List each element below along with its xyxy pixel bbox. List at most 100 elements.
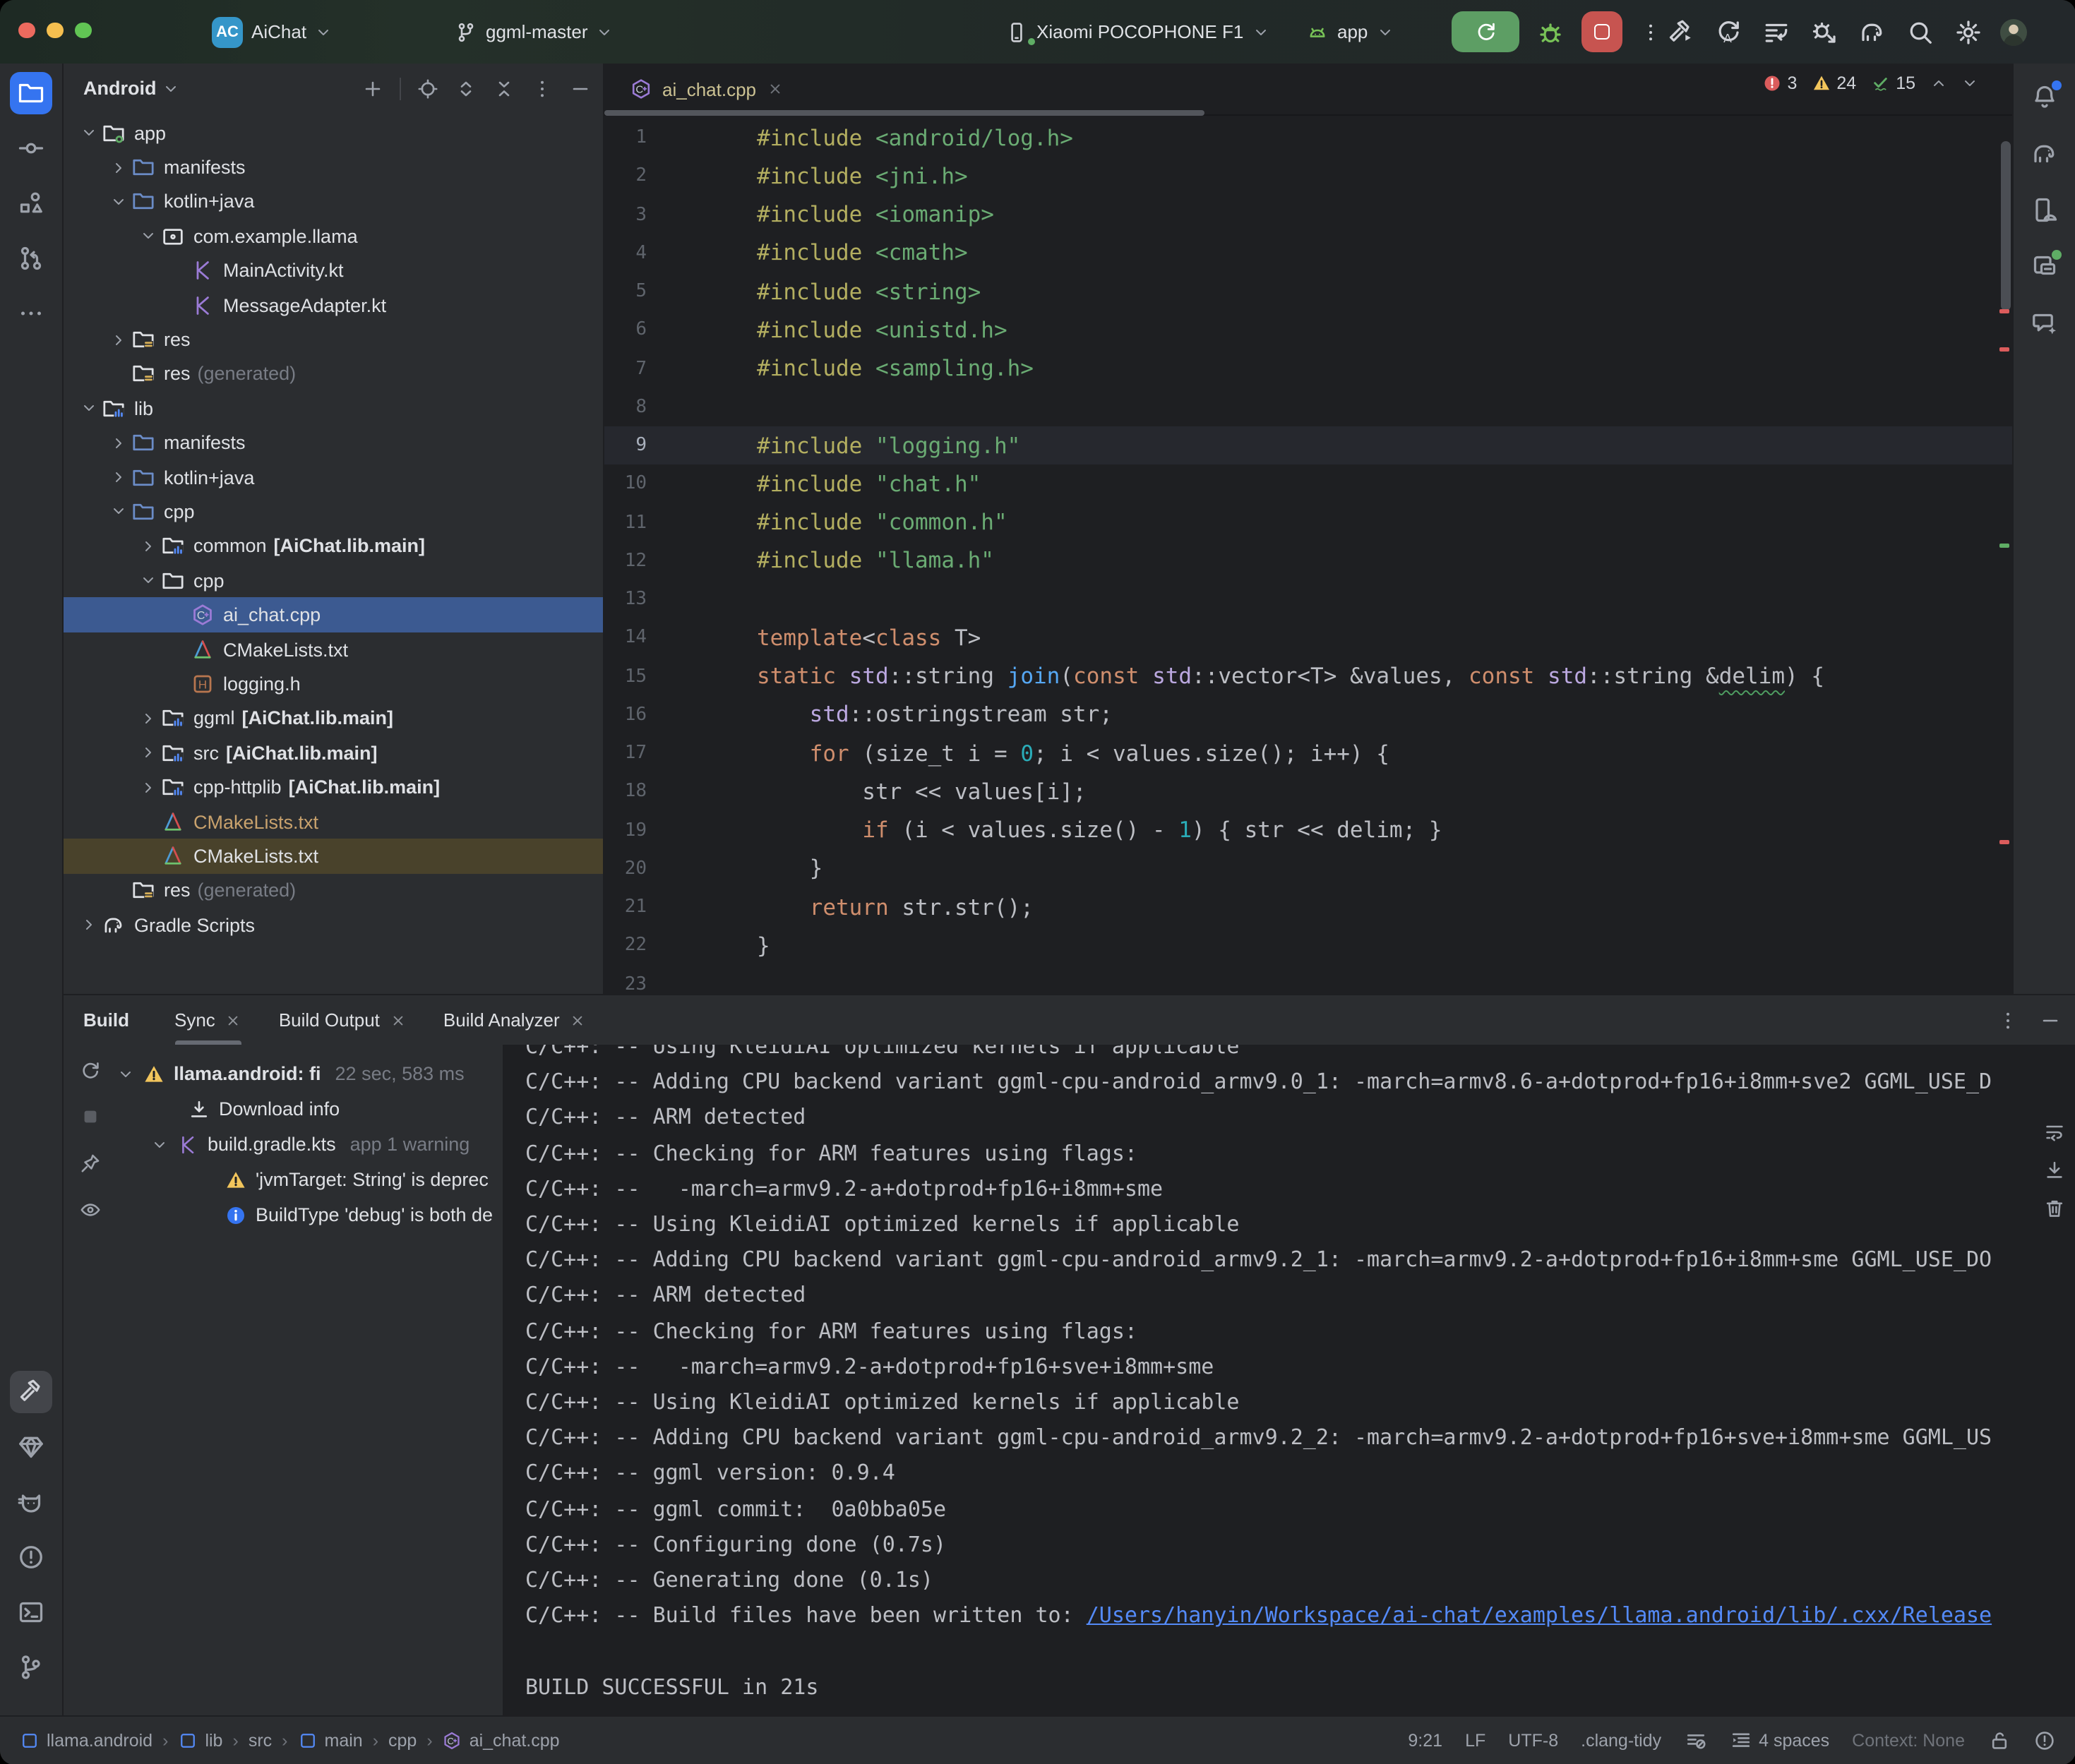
lock-icon[interactable] xyxy=(1987,1729,2010,1752)
build-options-icon[interactable] xyxy=(1996,1009,2019,1031)
hide-build-panel-icon[interactable] xyxy=(2038,1009,2061,1031)
build-console[interactable]: C/C++: -- Using KleidiAI optimized kerne… xyxy=(504,1045,2075,1715)
project-tree-item-res[interactable]: res(generated) xyxy=(64,873,603,908)
sync-tree-item[interactable]: Download info xyxy=(117,1091,503,1127)
vcs-branch-selector[interactable]: ggml-master xyxy=(455,0,614,64)
stripe-button-commit[interactable] xyxy=(10,127,52,169)
preview-button[interactable] xyxy=(79,1199,102,1221)
project-tree-item-CMakeLists.txt[interactable]: CMakeLists.txt xyxy=(64,632,603,667)
soft-wrap-button[interactable] xyxy=(2043,1121,2065,1144)
pin-button[interactable] xyxy=(79,1152,102,1175)
project-tree-item-common[interactable]: common[AiChat.lib.main] xyxy=(64,529,603,563)
error-stripe-mark[interactable] xyxy=(1999,347,2009,352)
project-tree-item-cpp[interactable]: cpp xyxy=(64,563,603,598)
project-selector[interactable]: AC AiChat xyxy=(212,0,332,64)
expand-all-button[interactable] xyxy=(455,77,477,100)
breadcrumb-item-main[interactable]: main xyxy=(298,1731,363,1751)
sync-tree-item[interactable]: 'jvmTarget: String' is deprec xyxy=(117,1162,503,1197)
tab-ai-chat-cpp[interactable]: C ai_chat.cpp xyxy=(630,64,783,114)
locate-button[interactable] xyxy=(417,77,439,100)
next-problem-icon[interactable] xyxy=(1961,75,1978,92)
zoom-window-button[interactable] xyxy=(75,22,91,38)
run-configuration-selector[interactable]: app xyxy=(1306,0,1393,64)
prev-problem-icon[interactable] xyxy=(1930,75,1947,92)
project-tree-item-app[interactable]: app xyxy=(64,116,603,150)
breadcrumb-item-src[interactable]: src xyxy=(249,1731,272,1751)
project-tree-item-ggml[interactable]: ggml[AiChat.lib.main] xyxy=(64,701,603,736)
device-selector[interactable]: Xiaomi POCOPHONE F1 xyxy=(1005,0,1269,64)
indent-widget[interactable]: 4 spaces xyxy=(1729,1729,1829,1752)
code-area[interactable]: 1#include <android/log.h>2#include <jni.… xyxy=(604,119,2011,994)
error-stripe-mark[interactable] xyxy=(1999,309,2009,313)
stripe-button-more[interactable] xyxy=(10,292,52,335)
close-tab-icon[interactable] xyxy=(570,1012,587,1028)
project-tree-item-manifests[interactable]: manifests xyxy=(64,150,603,185)
close-window-button[interactable] xyxy=(18,22,35,38)
line-ending[interactable]: LF xyxy=(1465,1731,1485,1751)
project-tree-item-manifests[interactable]: manifests xyxy=(64,426,603,460)
error-stripe-mark[interactable] xyxy=(1999,840,2009,844)
project-tree-item-cpp[interactable]: cpp xyxy=(64,495,603,529)
project-tree-item-kotlin+java[interactable]: kotlin+java xyxy=(64,185,603,220)
project-tree-item-MessageAdapter.kt[interactable]: MessageAdapter.kt xyxy=(64,288,603,323)
stripe-button-gradle[interactable] xyxy=(2030,140,2058,168)
collapse-all-button[interactable] xyxy=(493,77,515,100)
clang-tidy-widget[interactable]: .clang-tidy xyxy=(1581,1731,1661,1751)
stripe-button-problems[interactable] xyxy=(10,1536,52,1578)
project-tree-item-Gradle Scripts[interactable]: Gradle Scripts xyxy=(64,908,603,942)
project-tree-item-CMakeLists.txt[interactable]: CMakeLists.txt xyxy=(64,839,603,873)
breadcrumb-item-ai_chat.cpp[interactable]: Cai_chat.cpp xyxy=(443,1731,560,1751)
project-tree-item-com.example.llama[interactable]: com.example.llama xyxy=(64,219,603,253)
minimize-window-button[interactable] xyxy=(47,22,63,38)
stripe-button-version-control[interactable] xyxy=(10,1646,52,1688)
build-tab-build-analyzer[interactable]: Build Analyzer xyxy=(443,995,587,1045)
project-tree-item-cpp-httplib[interactable]: cpp-httplib[AiChat.lib.main] xyxy=(64,770,603,805)
build-output-path-link[interactable]: /Users/hanyin/Workspace/ai-chat/examples… xyxy=(1087,1603,1992,1628)
stripe-button-project[interactable] xyxy=(10,72,52,114)
context-widget[interactable]: Context: None xyxy=(1852,1731,1965,1751)
stripe-button-logcat[interactable] xyxy=(10,1481,52,1523)
scroll-to-end-button[interactable] xyxy=(2043,1159,2065,1182)
project-tree-item-MainActivity.kt[interactable]: MainActivity.kt xyxy=(64,253,603,288)
rerun-button[interactable] xyxy=(1452,11,1519,52)
run-with-coverage-button[interactable]: A xyxy=(1714,18,1742,46)
breadcrumb-item-llama.android[interactable]: llama.android xyxy=(20,1731,153,1751)
error-stripe-mark[interactable] xyxy=(1999,544,2009,548)
clear-button[interactable] xyxy=(2043,1197,2065,1220)
sync-tree-item[interactable]: BuildType 'debug' is both de xyxy=(117,1197,503,1232)
project-tree-item-logging.h[interactable]: Hlogging.h xyxy=(64,667,603,702)
stop-button[interactable] xyxy=(79,1105,102,1128)
add-button[interactable] xyxy=(361,77,384,100)
profile-avatar[interactable] xyxy=(1999,0,2027,64)
stripe-button-build[interactable] xyxy=(10,1371,52,1413)
project-tree-item-lib[interactable]: lib xyxy=(64,391,603,426)
more-run-actions-button[interactable] xyxy=(1639,20,1662,43)
formatter-icon[interactable] xyxy=(1684,1729,1706,1752)
search-everywhere-button[interactable] xyxy=(1906,18,1934,46)
editor-scrollbar[interactable] xyxy=(2000,141,2010,311)
project-tree-item-ai_chat.cpp[interactable]: Cai_chat.cpp xyxy=(64,598,603,632)
stripe-button-device-manager[interactable] xyxy=(2030,196,2058,224)
project-tree-item-src[interactable]: src[AiChat.lib.main] xyxy=(64,736,603,770)
stripe-button-terminal[interactable] xyxy=(10,1591,52,1633)
breadcrumb-item-lib[interactable]: lib xyxy=(178,1731,222,1751)
build-tab-sync[interactable]: Sync xyxy=(174,995,242,1045)
build-tab-build-output[interactable]: Build Output xyxy=(279,995,407,1045)
close-tab-icon[interactable] xyxy=(225,1012,242,1028)
profiler-button[interactable] xyxy=(1762,18,1790,46)
build-hammer-button[interactable] xyxy=(1666,18,1694,46)
inspections-icon[interactable] xyxy=(2033,1729,2055,1752)
editor[interactable]: C ai_chat.cpp 3 24 15 1#include <android… xyxy=(604,64,2011,994)
stop-button[interactable] xyxy=(1581,11,1622,52)
file-encoding[interactable]: UTF-8 xyxy=(1508,1731,1558,1751)
project-tree-item-kotlin+java[interactable]: kotlin+java xyxy=(64,460,603,495)
sync-tree-item[interactable]: llama.android: fi22 sec, 583 ms xyxy=(117,1056,503,1091)
caret-position[interactable]: 9:21 xyxy=(1408,1731,1442,1751)
close-tab-icon[interactable] xyxy=(766,80,783,97)
inspections-widget[interactable]: 3 24 15 xyxy=(1762,73,1978,93)
project-tree-item-CMakeLists.txt[interactable]: CMakeLists.txt xyxy=(64,805,603,839)
breadcrumb-item-cpp[interactable]: cpp xyxy=(388,1731,417,1751)
stripe-button-running-devices[interactable] xyxy=(2030,253,2058,281)
stripe-button-app-insights[interactable] xyxy=(10,1426,52,1468)
stripe-button-gemini[interactable] xyxy=(2030,309,2058,337)
